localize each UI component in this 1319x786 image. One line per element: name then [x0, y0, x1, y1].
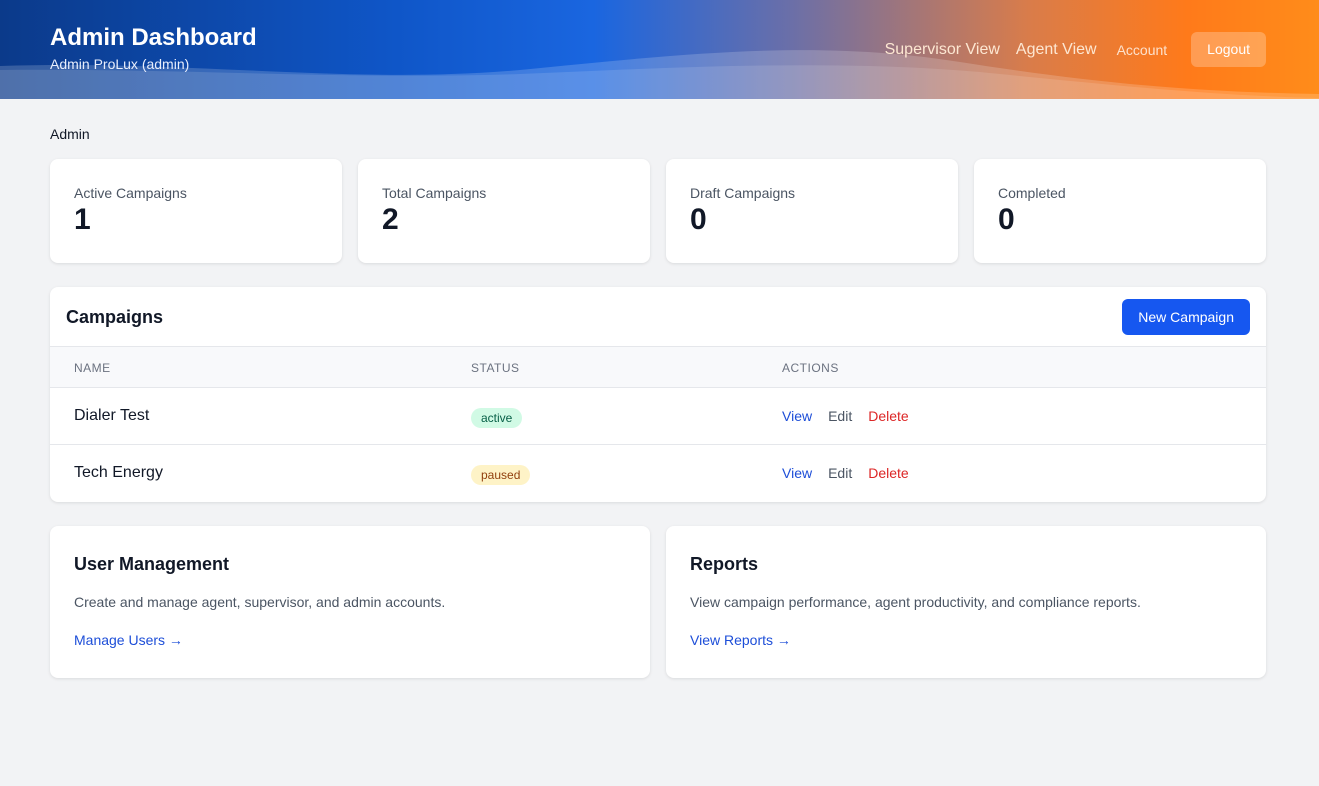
manage-users-link[interactable]: Manage Users → — [74, 632, 183, 648]
campaigns-title: Campaigns — [66, 307, 164, 327]
row-actions: View Edit Delete — [782, 408, 909, 424]
view-reports-link[interactable]: View Reports → — [690, 632, 791, 648]
nav-agent-view[interactable]: Agent View — [1016, 41, 1097, 59]
breadcrumb: Admin — [50, 126, 90, 142]
row-actions: View Edit Delete — [782, 465, 909, 481]
table-header: NAME STATUS ACTIONS — [50, 347, 1266, 388]
stat-label: Active Campaigns — [74, 185, 187, 201]
campaigns-panel: Campaigns New Campaign NAME STATUS ACTIO… — [50, 287, 1266, 502]
edit-link[interactable]: Edit — [828, 408, 852, 424]
campaign-name: Dialer Test — [74, 407, 150, 424]
top-nav: Supervisor View Agent View Account Logou… — [885, 32, 1266, 67]
stat-label: Draft Campaigns — [690, 185, 796, 201]
stat-label: Completed — [998, 185, 1066, 201]
nav-supervisor-view[interactable]: Supervisor View — [885, 41, 1000, 59]
edit-link[interactable]: Edit — [828, 465, 852, 481]
stats-row: Active Campaigns 1 Total Campaigns 2 Dra… — [50, 159, 1266, 263]
column-header-actions: ACTIONS — [782, 361, 839, 375]
card-title: User Management — [74, 554, 230, 574]
stat-card-draft: Draft Campaigns 0 — [666, 159, 958, 263]
stat-card-completed: Completed 0 — [974, 159, 1266, 263]
user-management-card: User Management Create and manage agent,… — [50, 526, 650, 678]
campaigns-header: Campaigns New Campaign — [50, 287, 1266, 347]
stat-value: 2 — [382, 203, 399, 236]
logout-button[interactable]: Logout — [1191, 32, 1266, 67]
new-campaign-button[interactable]: New Campaign — [1122, 299, 1250, 335]
status-badge: paused — [471, 465, 531, 485]
stat-card-active: Active Campaigns 1 — [50, 159, 342, 263]
card-description: Create and manage agent, supervisor, and… — [74, 594, 446, 610]
table-row: Tech Energy paused View Edit Delete — [50, 445, 1266, 502]
reports-card: Reports View campaign performance, agent… — [666, 526, 1266, 678]
view-link[interactable]: View — [782, 408, 812, 424]
app-header: Admin Dashboard Admin ProLux (admin) Sup… — [0, 0, 1319, 99]
stat-value: 1 — [74, 203, 91, 236]
stat-value: 0 — [998, 203, 1015, 236]
current-user: Admin ProLux (admin) — [50, 56, 190, 72]
view-link[interactable]: View — [782, 465, 812, 481]
campaign-name: Tech Energy — [74, 464, 163, 481]
delete-link[interactable]: Delete — [868, 465, 908, 481]
stat-label: Total Campaigns — [382, 185, 487, 201]
card-description: View campaign performance, agent product… — [690, 594, 1141, 610]
status-badge: active — [471, 408, 523, 428]
table-row: Dialer Test active View Edit Delete — [50, 388, 1266, 445]
feature-cards: User Management Create and manage agent,… — [50, 526, 1266, 678]
card-title: Reports — [690, 554, 759, 574]
stat-card-total: Total Campaigns 2 — [358, 159, 650, 263]
brand: Admin Dashboard Admin ProLux (admin) — [50, 24, 257, 72]
page-title: Admin Dashboard — [50, 24, 257, 51]
nav-account[interactable]: Account — [1117, 42, 1168, 58]
column-header-name: NAME — [74, 361, 111, 375]
column-header-status: STATUS — [471, 361, 520, 375]
delete-link[interactable]: Delete — [868, 408, 908, 424]
stat-value: 0 — [690, 203, 707, 236]
